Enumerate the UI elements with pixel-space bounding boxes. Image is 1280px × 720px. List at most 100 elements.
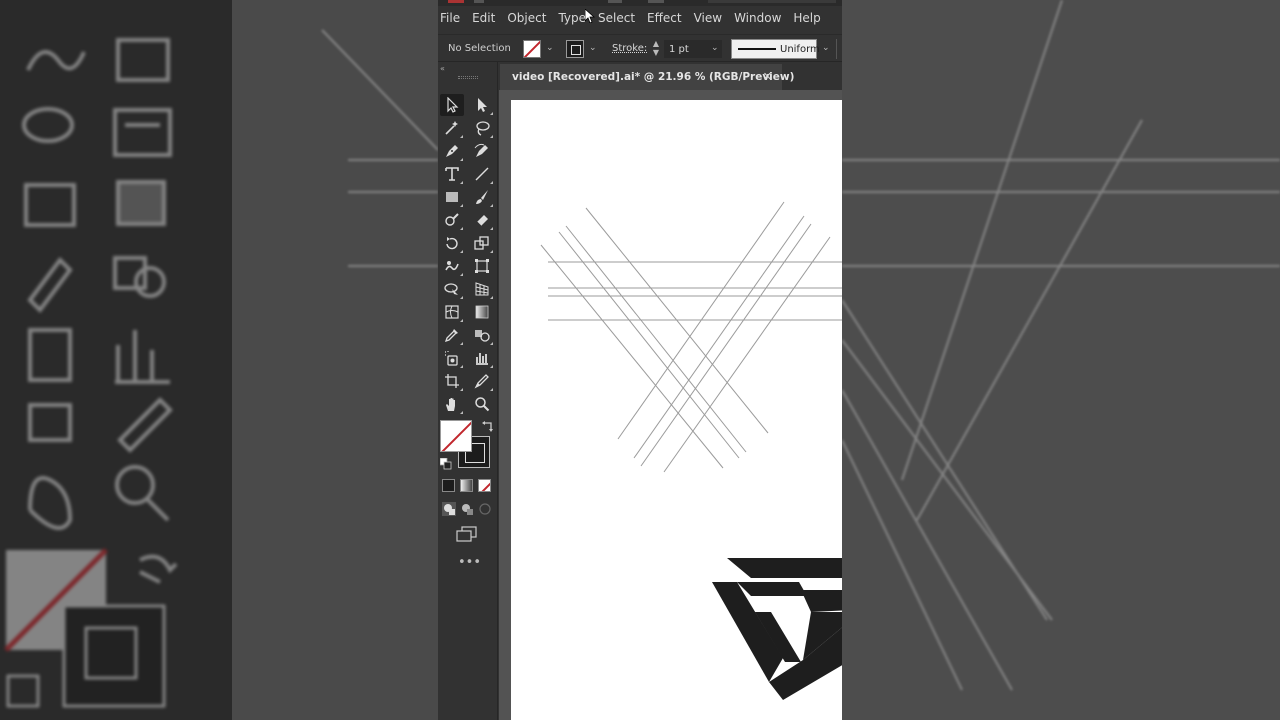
rotate-tool[interactable] xyxy=(440,232,464,254)
zoom-tool[interactable] xyxy=(470,393,494,415)
fill-color-swatch[interactable] xyxy=(440,420,472,452)
selection-status: No Selection xyxy=(448,43,511,54)
shaper-tool[interactable] xyxy=(440,209,464,231)
lasso-tool[interactable] xyxy=(470,117,494,139)
background-lines-right xyxy=(842,0,1280,691)
drawing-mode-row xyxy=(440,502,496,518)
menu-file[interactable]: File xyxy=(440,11,468,25)
default-fill-stroke-icon[interactable] xyxy=(440,458,452,470)
paintbrush-tool[interactable] xyxy=(470,186,494,208)
mesh-tool[interactable] xyxy=(440,301,464,323)
variable-width-profile[interactable]: Uniform xyxy=(731,39,820,59)
swap-fill-stroke-icon[interactable] xyxy=(482,420,494,432)
warp-tool[interactable] xyxy=(440,255,464,277)
selection-tool-icon xyxy=(447,97,459,113)
shape-builder-tool-icon xyxy=(444,283,458,295)
background-enlarged-toolbar xyxy=(0,0,232,720)
shape-builder-tool[interactable] xyxy=(440,278,464,300)
document-tab[interactable]: video [Recovered].ai* @ 21.96 % (RGB/Pre… xyxy=(500,64,794,90)
none-slash-icon xyxy=(481,482,490,491)
pen-tool[interactable] xyxy=(440,140,464,162)
column-graph-tool[interactable] xyxy=(470,347,494,369)
search-field[interactable] xyxy=(708,0,836,3)
canvas-area[interactable] xyxy=(499,90,842,720)
stroke-label[interactable]: Stroke: xyxy=(612,43,647,54)
logo-mark[interactable] xyxy=(712,558,842,700)
draw-normal-icon[interactable] xyxy=(442,502,456,516)
slice-tool[interactable] xyxy=(470,370,494,392)
stroke-dropdown-chevron-icon[interactable]: ⌄ xyxy=(589,44,597,53)
workspace-icon xyxy=(648,0,664,3)
edit-toolbar-more-icon[interactable]: ••• xyxy=(458,555,481,570)
stroke-swatch[interactable] xyxy=(566,40,584,58)
fill-dropdown-chevron-icon[interactable]: ⌄ xyxy=(546,44,554,53)
rectangle-tool-icon xyxy=(446,192,458,202)
profile-line-icon xyxy=(738,48,776,50)
fill-stroke-widget xyxy=(440,420,494,474)
scale-tool-icon xyxy=(474,236,489,250)
eyedropper-tool-icon xyxy=(444,329,458,343)
selection-tool[interactable] xyxy=(440,94,464,116)
artwork[interactable] xyxy=(511,100,842,720)
magic-wand-tool-icon xyxy=(445,121,458,135)
line-segment-tool-icon xyxy=(475,167,489,181)
warp-tool-icon xyxy=(445,261,459,271)
menu-items: File Edit Object Type Select Effect View… xyxy=(440,11,833,25)
direct-selection-tool[interactable] xyxy=(470,94,494,116)
type-tool[interactable] xyxy=(440,163,464,185)
eraser-tool[interactable] xyxy=(470,209,494,231)
symbol-sprayer-tool[interactable] xyxy=(440,347,464,369)
enlarged-toolbar-graphic xyxy=(4,38,178,708)
symbol-sprayer-tool-icon xyxy=(445,351,458,366)
panel-grip[interactable] xyxy=(458,76,478,79)
perspective-grid-tool[interactable] xyxy=(470,278,494,300)
blend-tool[interactable] xyxy=(470,324,494,346)
collapse-panel-icon[interactable]: « xyxy=(440,64,445,73)
profile-chevron-icon[interactable]: ⌄ xyxy=(822,44,830,53)
artboard[interactable] xyxy=(511,100,842,720)
draw-inside-icon[interactable] xyxy=(478,502,492,516)
gradient-tool[interactable] xyxy=(470,301,494,323)
none-button[interactable] xyxy=(478,479,491,492)
blend-tool-icon xyxy=(475,330,490,342)
close-tab-icon[interactable]: ✕ xyxy=(763,70,772,83)
change-screen-mode-icon[interactable] xyxy=(456,526,478,542)
magic-wand-tool[interactable] xyxy=(440,117,464,139)
title-strip xyxy=(438,0,842,6)
hand-tool[interactable] xyxy=(440,393,464,415)
menu-object[interactable]: Object xyxy=(507,11,554,25)
mouse-cursor-icon xyxy=(585,9,595,23)
control-bar-end-divider xyxy=(836,39,842,59)
gradient-button[interactable] xyxy=(460,479,473,492)
construction-lines[interactable] xyxy=(540,201,842,473)
profile-label: Uniform xyxy=(780,44,820,55)
menu-view[interactable]: View xyxy=(694,11,730,25)
zoom-tool-icon xyxy=(475,397,490,412)
stroke-weight-chevron-icon[interactable]: ⌄ xyxy=(711,44,719,53)
menu-edit[interactable]: Edit xyxy=(472,11,503,25)
draw-behind-icon[interactable] xyxy=(460,502,474,516)
menu-help[interactable]: Help xyxy=(793,11,828,25)
stroke-weight-stepper-icon[interactable]: ▲ ▼ xyxy=(651,39,661,59)
rotate-tool-icon xyxy=(446,237,458,250)
fill-swatch[interactable] xyxy=(523,40,541,58)
color-button[interactable] xyxy=(442,479,455,492)
free-transform-tool[interactable] xyxy=(470,255,494,277)
menu-effect[interactable]: Effect xyxy=(647,11,690,25)
menu-select[interactable]: Select xyxy=(598,11,643,25)
curvature-tool-icon xyxy=(474,143,488,157)
artboard-tool[interactable] xyxy=(440,370,464,392)
shaper-tool-icon xyxy=(445,213,459,226)
document-tab-title: video [Recovered].ai* @ 21.96 % (RGB/Pre… xyxy=(512,71,795,83)
app-logo-icon xyxy=(448,0,464,3)
line-segment-tool[interactable] xyxy=(470,163,494,185)
illustrator-window: File Edit Object Type Select Effect View… xyxy=(438,0,842,720)
eyedropper-tool[interactable] xyxy=(440,324,464,346)
control-bar: No Selection ⌄ ⌄ Stroke: ▲ ▼ 1 pt ⌄ Unifo… xyxy=(438,34,842,62)
scale-tool[interactable] xyxy=(470,232,494,254)
menu-bar: File Edit Object Type Select Effect View… xyxy=(438,0,842,34)
curvature-tool[interactable] xyxy=(470,140,494,162)
menu-window[interactable]: Window xyxy=(734,11,789,25)
rectangle-tool[interactable] xyxy=(440,186,464,208)
arrange-icon xyxy=(608,0,622,3)
